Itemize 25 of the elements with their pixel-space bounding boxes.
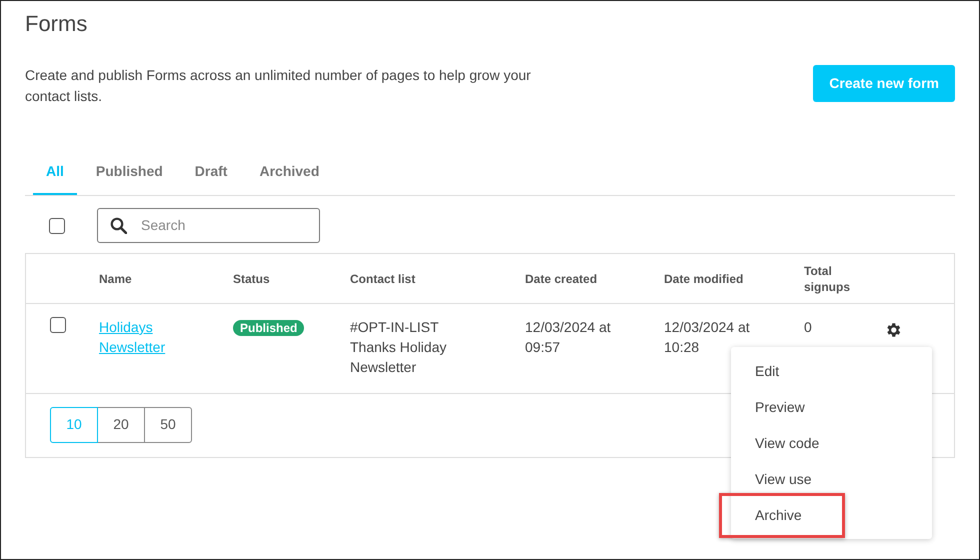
column-header: Date created xyxy=(525,270,598,287)
page-description: Create and publish Forms across an unlimited number of pages to help grow your contact lists. xyxy=(25,66,532,106)
menu-item[interactable]: View use xyxy=(731,461,836,497)
column-header: Status xyxy=(233,270,270,287)
page-size-button[interactable]: 20 xyxy=(97,406,145,443)
page-title: Forms xyxy=(25,11,88,38)
menu-item[interactable]: Archive xyxy=(731,497,826,533)
search-field[interactable]: Search xyxy=(97,208,320,244)
date-created-text: 12/03/2024 at 09:57 xyxy=(525,318,612,357)
column-header: Contact list xyxy=(350,270,416,287)
tab[interactable]: Published xyxy=(82,151,176,196)
row-checkbox[interactable] xyxy=(50,316,66,333)
menu-item[interactable]: Preview xyxy=(731,389,829,425)
status-badge: Published xyxy=(233,320,304,336)
total-signups-text: 0 xyxy=(804,318,812,337)
select-all-checkbox[interactable] xyxy=(49,218,65,234)
menu-item[interactable]: View code xyxy=(731,425,844,461)
column-header: Name xyxy=(99,270,132,287)
page-size-button[interactable]: 50 xyxy=(144,406,192,443)
tab[interactable]: Draft xyxy=(182,151,240,196)
column-header: Date modified xyxy=(664,270,744,287)
contact-list-text: #OPT-IN-LIST Thanks Holiday Newsletter xyxy=(350,318,448,377)
search-icon xyxy=(110,217,127,234)
column-header: Total signups xyxy=(804,262,852,295)
tab[interactable]: Archived xyxy=(246,151,332,196)
